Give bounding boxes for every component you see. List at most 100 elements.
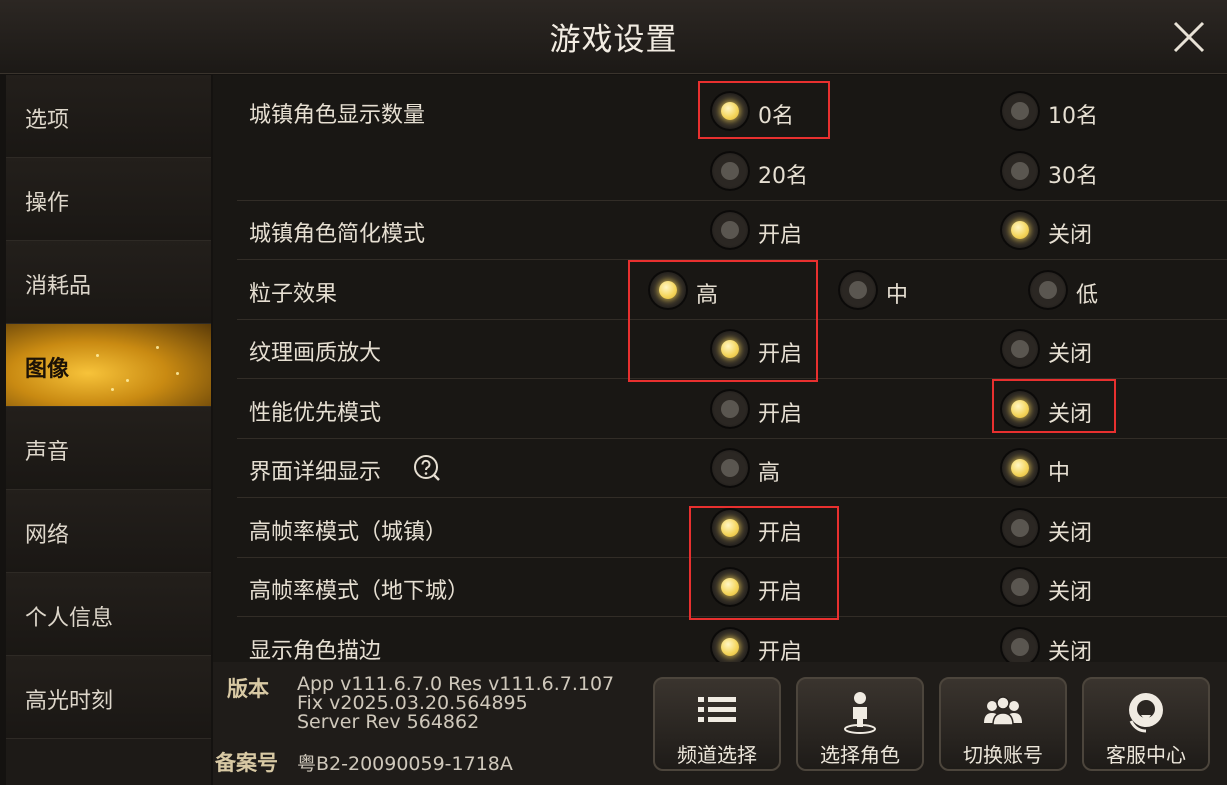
close-button[interactable]: [1170, 18, 1208, 56]
version-label: 版本: [227, 677, 269, 701]
radio-unselected[interactable]: [1000, 508, 1040, 548]
radio-unselected[interactable]: [710, 210, 750, 250]
settings-panel: 城镇角色显示数量 0名 10名 20名 30名 城镇角色简化模式 开启 关闭 粒…: [213, 75, 1227, 662]
setting-label: 高帧率模式（地下城）: [249, 579, 470, 604]
radio-unselected[interactable]: [1000, 567, 1040, 607]
option-label: 高: [758, 461, 781, 486]
radio-unselected[interactable]: [1000, 329, 1040, 369]
radio-selected[interactable]: [710, 329, 750, 369]
sidebar-item-highlights[interactable]: 高光时刻: [6, 656, 211, 739]
record-value: 粤B2-20090059-1718A: [297, 753, 513, 775]
radio-selected[interactable]: [1000, 210, 1040, 250]
setting-hfr-dungeon: 高帧率模式（地下城） 开启 关闭: [237, 557, 1227, 617]
version-line: Server Rev 564862: [297, 711, 480, 733]
footer-bar: 版本 App v111.6.7.0 Res v111.6.7.107 Fix v…: [213, 662, 1227, 785]
radio-selected[interactable]: [710, 567, 750, 607]
radio-selected[interactable]: [648, 270, 688, 310]
radio-selected[interactable]: [1000, 389, 1040, 429]
setting-performance: 性能优先模式 开启 关闭: [237, 379, 1227, 439]
switch-account-button[interactable]: 切换账号: [939, 677, 1067, 771]
option-label: 0名: [758, 104, 794, 129]
sidebar-item-options[interactable]: 选项: [6, 75, 211, 158]
radio-selected[interactable]: [710, 627, 750, 662]
option-label: 开启: [758, 223, 803, 248]
sidebar-item-consumables[interactable]: 消耗品: [6, 241, 211, 324]
sidebar-item-controls[interactable]: 操作: [6, 158, 211, 241]
option-label: 开启: [758, 342, 803, 367]
title-bar: 游戏设置: [0, 0, 1227, 74]
radio-selected[interactable]: [710, 91, 750, 131]
users-icon: [984, 696, 1022, 726]
sidebar: 选项 操作 消耗品 图像 声音 网络 个人信息 高光时刻: [6, 75, 211, 785]
setting-particle: 粒子效果 高 中 低: [237, 260, 1227, 320]
setting-label: 城镇角色显示数量: [249, 103, 426, 128]
option-label: 高: [696, 283, 719, 308]
radio-unselected[interactable]: [710, 151, 750, 191]
button-label: 客服中心: [1106, 743, 1186, 767]
customer-service-button[interactable]: 客服中心: [1082, 677, 1210, 771]
option-label: 开启: [758, 640, 803, 662]
window-title: 游戏设置: [549, 22, 678, 58]
sidebar-item-sound[interactable]: 声音: [6, 407, 211, 490]
option-label: 中: [886, 283, 909, 308]
option-label: 开启: [758, 402, 803, 427]
sidebar-item-label: 网络: [25, 523, 70, 548]
option-label: 关闭: [1048, 521, 1093, 546]
support-icon: [1129, 693, 1163, 733]
radio-unselected[interactable]: [710, 448, 750, 488]
sidebar-item-label: 图像: [25, 357, 70, 382]
option-label: 开启: [758, 521, 803, 546]
setting-label: 纹理画质放大: [249, 341, 382, 366]
channel-select-button[interactable]: 频道选择: [653, 677, 781, 771]
help-icon[interactable]: [413, 454, 441, 482]
setting-label: 粒子效果: [249, 282, 338, 307]
radio-unselected[interactable]: [1000, 91, 1040, 131]
radio-selected[interactable]: [1000, 448, 1040, 488]
close-icon: [1173, 21, 1205, 53]
option-label: 中: [1048, 461, 1071, 486]
list-icon: [698, 697, 736, 722]
sidebar-item-label: 个人信息: [25, 606, 114, 631]
radio-unselected[interactable]: [710, 389, 750, 429]
option-label: 关闭: [1048, 580, 1093, 605]
setting-label: 显示角色描边: [249, 639, 382, 662]
button-label: 切换账号: [963, 743, 1043, 767]
sidebar-item-profile[interactable]: 个人信息: [6, 573, 211, 656]
option-label: 关闭: [1048, 342, 1093, 367]
radio-unselected[interactable]: [1028, 270, 1068, 310]
setting-texture: 纹理画质放大 开启 关闭: [237, 319, 1227, 379]
sidebar-item-graphics[interactable]: 图像: [6, 324, 211, 407]
setting-town-simplified: 城镇角色简化模式 开启 关闭: [237, 200, 1227, 260]
button-label: 频道选择: [677, 743, 757, 767]
sidebar-item-label: 消耗品: [25, 274, 92, 299]
radio-unselected[interactable]: [1000, 151, 1040, 191]
record-label: 备案号: [215, 751, 278, 775]
sidebar-item-label: 声音: [25, 440, 70, 465]
radio-unselected[interactable]: [838, 270, 878, 310]
radio-selected[interactable]: [710, 508, 750, 548]
option-label: 10名: [1048, 104, 1098, 129]
option-label: 开启: [758, 580, 803, 605]
setting-label: 高帧率模式（城镇）: [249, 520, 448, 545]
sidebar-item-label: 选项: [25, 108, 70, 133]
setting-outline: 显示角色描边 开启 关闭: [237, 617, 1227, 662]
setting-town-count: 城镇角色显示数量 0名 10名 20名 30名: [237, 75, 1227, 201]
select-character-button[interactable]: 选择角色: [796, 677, 924, 771]
setting-label: 界面详细显示: [249, 460, 382, 485]
character-pin-icon: [844, 692, 876, 734]
sidebar-item-label: 操作: [25, 191, 70, 216]
button-label: 选择角色: [820, 743, 900, 767]
setting-ui-detail: 界面详细显示 高 中: [237, 438, 1227, 498]
sidebar-item-label: 高光时刻: [25, 689, 114, 714]
option-label: 关闭: [1048, 223, 1093, 248]
option-label: 20名: [758, 164, 808, 189]
radio-unselected[interactable]: [1000, 627, 1040, 662]
setting-label: 城镇角色简化模式: [249, 222, 426, 247]
option-label: 30名: [1048, 164, 1098, 189]
option-label: 关闭: [1048, 402, 1093, 427]
sidebar-item-network[interactable]: 网络: [6, 490, 211, 573]
option-label: 关闭: [1048, 640, 1093, 662]
setting-label: 性能优先模式: [249, 401, 382, 426]
setting-hfr-town: 高帧率模式（城镇） 开启 关闭: [237, 498, 1227, 558]
option-label: 低: [1076, 283, 1099, 308]
